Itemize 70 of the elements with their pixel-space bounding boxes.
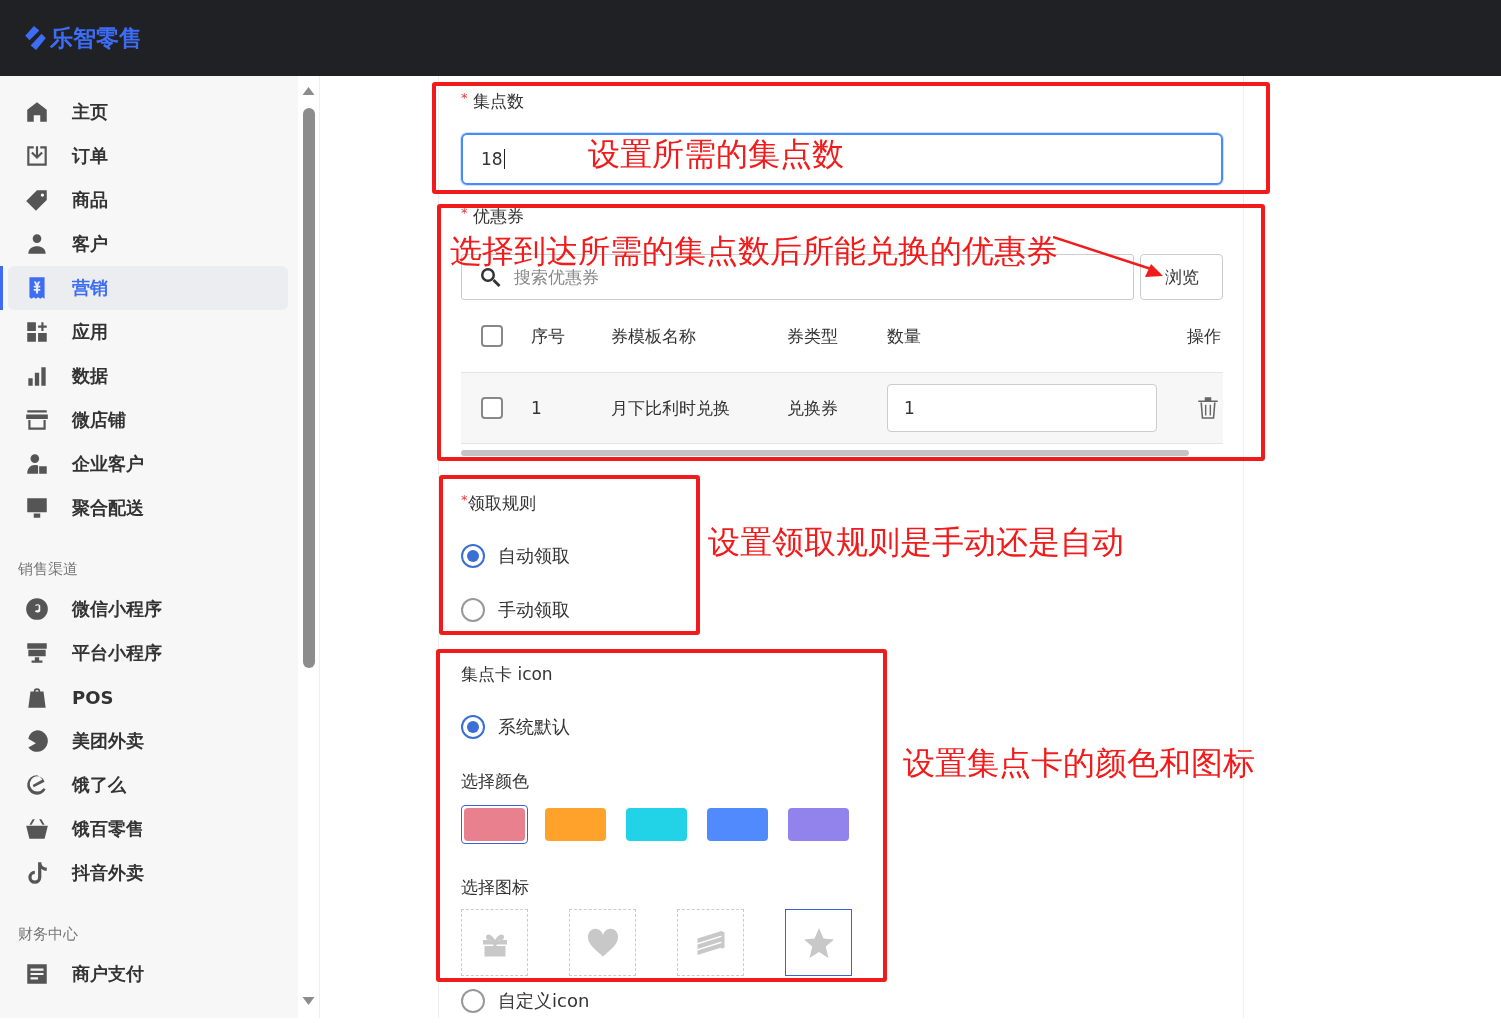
tag-icon [24, 187, 50, 213]
quantity-field[interactable]: 1 [887, 384, 1157, 432]
basket-icon [24, 816, 50, 842]
color-swatch[interactable] [542, 805, 609, 844]
radio-button[interactable] [461, 715, 485, 739]
section-heading: 财务中心 [17, 924, 79, 945]
color-swatch[interactable] [785, 805, 852, 844]
sidebar-item[interactable]: 应用 [8, 310, 288, 354]
store-icon [24, 407, 50, 433]
sidebar-item[interactable]: 数据 [8, 354, 288, 398]
browse-button[interactable]: 浏览 [1140, 254, 1223, 300]
sidebar-item[interactable]: 聚合配送 [8, 486, 288, 530]
annotation-text: 设置所需的集点数 [588, 134, 844, 174]
monitor-icon [24, 495, 50, 521]
sidebar-item[interactable]: 订单 [8, 134, 288, 178]
table-cell-text: 兑换券 [787, 396, 839, 420]
radio-label: 手动领取 [498, 598, 570, 622]
sidebar-item[interactable]: 商户支付 [8, 952, 288, 996]
field-label: 选择颜色 [461, 770, 530, 793]
person-building-icon [24, 451, 50, 477]
radio-label: 自定义icon [498, 989, 590, 1013]
sidebar-item[interactable]: 主页 [8, 90, 288, 134]
color-swatch[interactable] [461, 805, 528, 844]
sidebar-item[interactable]: POS [8, 675, 288, 719]
color-swatch[interactable] [623, 805, 690, 844]
trash-icon[interactable] [1195, 395, 1221, 421]
sidebar-item[interactable]: 饿百零售 [8, 807, 288, 851]
sidebar-item[interactable]: 饿了么 [8, 763, 288, 807]
scroll-down-icon[interactable] [302, 996, 315, 1006]
section-heading: 销售渠道 [17, 559, 79, 580]
row-checkbox[interactable] [481, 397, 503, 419]
column-header: 操作 [1187, 324, 1221, 348]
sidebar-item[interactable]: 平台小程序 [8, 631, 288, 675]
field-label: * 优惠券 [461, 205, 525, 228]
column-header: 券类型 [787, 324, 839, 348]
radio-label: 自动领取 [498, 544, 570, 568]
scrollbar-thumb[interactable] [302, 108, 315, 668]
radio-label: 系统默认 [498, 715, 570, 739]
radio-button[interactable] [461, 544, 485, 568]
table-cell-text: 月下比利时兑换 [611, 396, 731, 420]
field-label: * 集点数 [461, 90, 525, 113]
column-header: 数量 [887, 324, 922, 348]
logo-text: 乐智零售 [50, 23, 142, 53]
radio-button[interactable] [461, 598, 485, 622]
kiosk-icon [24, 640, 50, 666]
column-header: 序号 [531, 324, 566, 348]
sidebar-item[interactable]: 商品 [8, 178, 288, 222]
search-icon [478, 265, 502, 289]
select-all-checkbox[interactable] [481, 325, 503, 347]
field-label: *领取规则 [461, 492, 537, 515]
apps-icon [24, 319, 50, 345]
radio-button[interactable] [461, 989, 485, 1013]
sidebar-item[interactable]: 客户 [8, 222, 288, 266]
sidebar-item[interactable]: 微信小程序 [8, 587, 288, 631]
sidebar-item[interactable]: 企业客户 [8, 442, 288, 486]
column-header: 券模板名称 [611, 324, 697, 348]
sidebar-item[interactable]: 抖音外卖 [8, 851, 288, 895]
annotation-text: 设置集点卡的颜色和图标 [903, 743, 1255, 783]
table-cell-text: 1 [531, 398, 543, 418]
field-label: 选择图标 [461, 876, 530, 899]
sidebar-item[interactable]: 美团外卖 [8, 719, 288, 763]
horizontal-scrollbar[interactable] [461, 450, 1189, 456]
icon-option[interactable] [785, 909, 852, 976]
field-label: 集点卡 icon [461, 663, 554, 686]
inbox-icon [24, 143, 50, 169]
document-icon [24, 961, 50, 987]
color-swatch[interactable] [704, 805, 771, 844]
annotation-text: 设置领取规则是手动还是自动 [708, 522, 1124, 562]
scroll-up-icon[interactable] [302, 86, 315, 96]
sidebar-item[interactable]: 微店铺 [8, 398, 288, 442]
